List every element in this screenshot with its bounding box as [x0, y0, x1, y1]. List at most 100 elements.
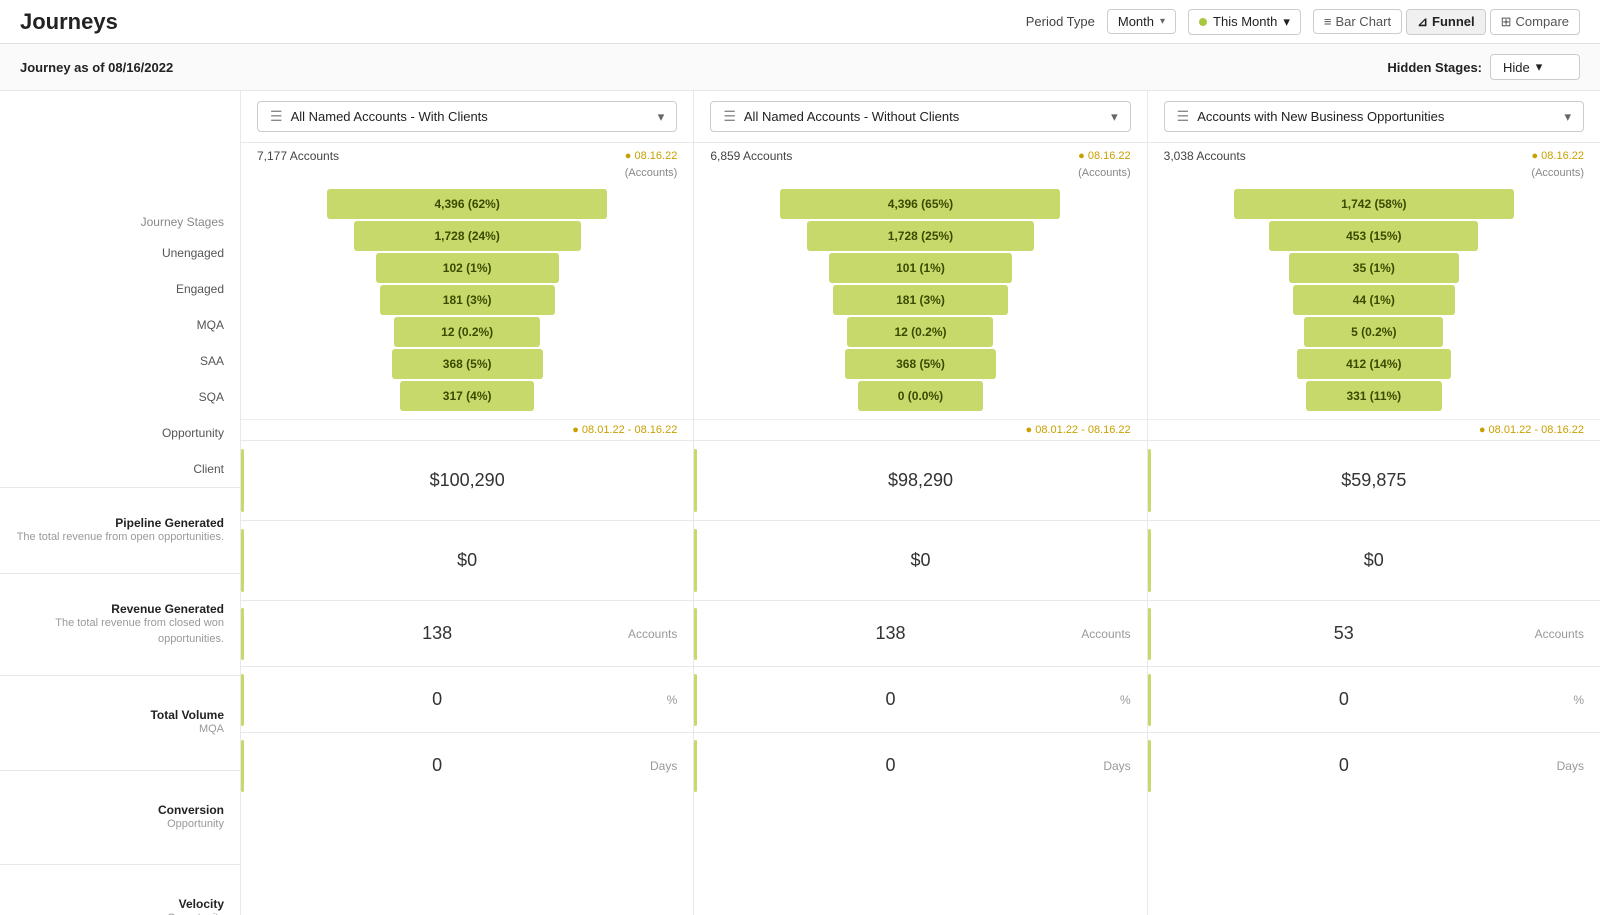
chart-col-3: ☰ Accounts with New Business Opportuniti…: [1147, 91, 1600, 915]
left-labels: Journey Stages Unengaged Engaged MQA SAA…: [0, 91, 240, 915]
chart-header: ☰ All Named Accounts - With Clients ▾: [241, 91, 693, 143]
chevron-down-icon: ▾: [1564, 109, 1571, 125]
stage-label-unengaged: Unengaged: [0, 235, 240, 271]
funnel-bar-5: 412 (14%): [1297, 349, 1451, 379]
account-count: 3,038 Accounts: [1164, 149, 1246, 163]
chart-dropdown[interactable]: ☰ All Named Accounts - With Clients ▾: [257, 101, 677, 132]
revenue-generated-value: $0: [694, 520, 1146, 600]
date-range: ● 08.01.22 - 08.16.22: [241, 419, 693, 440]
funnel-bar-wrap: 453 (15%): [1178, 221, 1570, 251]
pipeline-generated-value: $59,875: [1148, 440, 1600, 520]
account-count: 6,859 Accounts: [710, 149, 792, 163]
funnel-bar-3: 181 (3%): [833, 285, 1008, 315]
funnel-bar-0: 4,396 (65%): [780, 189, 1060, 219]
conversion-label: Conversion Opportunity: [0, 770, 240, 864]
funnel-bar-4: 5 (0.2%): [1304, 317, 1443, 347]
stage-label-sqa: SQA: [0, 379, 240, 415]
chart-col-1: ☰ All Named Accounts - With Clients ▾ 7,…: [240, 91, 693, 915]
chart-header: ☰ Accounts with New Business Opportuniti…: [1148, 91, 1600, 143]
account-count-row: 3,038 Accounts ● 08.16.22: [1148, 143, 1600, 167]
funnel-bar-6: 317 (4%): [400, 381, 534, 411]
accounts-col-label: (Accounts): [241, 167, 693, 179]
funnel-bar-2: 101 (1%): [829, 253, 1012, 283]
chart-header: ☰ All Named Accounts - Without Clients ▾: [694, 91, 1146, 143]
funnel-bar-wrap: 1,728 (25%): [724, 221, 1116, 251]
list-icon: ☰: [1177, 108, 1190, 125]
list-icon: ☰: [270, 108, 283, 125]
chart-dropdown[interactable]: ☰ All Named Accounts - Without Clients ▾: [710, 101, 1130, 132]
date-range: ● 08.01.22 - 08.16.22: [1148, 419, 1600, 440]
chevron-down-icon: ▾: [658, 109, 665, 125]
pipeline-generated-value: $98,290: [694, 440, 1146, 520]
funnel-container: 4,396 (62%) 1,728 (24%) 102 (1%) 181 (3%…: [241, 181, 693, 419]
velocity-value: 0 Days: [694, 732, 1146, 798]
main-content: Journey Stages Unengaged Engaged MQA SAA…: [0, 91, 1600, 915]
funnel-bar-5: 368 (5%): [845, 349, 996, 379]
list-icon: ☰: [723, 108, 736, 125]
accounts-col-label: (Accounts): [694, 167, 1146, 179]
hidden-stages-dropdown[interactable]: Hide ▾: [1490, 54, 1580, 80]
total-volume-value: 53 Accounts: [1148, 600, 1600, 666]
chart-dropdown[interactable]: ☰ Accounts with New Business Opportuniti…: [1164, 101, 1584, 132]
funnel-bar-4: 12 (0.2%): [847, 317, 993, 347]
snapshot-date: ● 08.16.22: [1078, 150, 1131, 162]
funnel-bar-wrap: 5 (0.2%): [1178, 317, 1570, 347]
period-type-label: Period Type: [1026, 14, 1095, 29]
conversion-value: 0 %: [1148, 666, 1600, 732]
period-type-dropdown[interactable]: Month ▾: [1107, 9, 1176, 34]
funnel-bar-wrap: 4,396 (65%): [724, 189, 1116, 219]
charts-area: ☰ All Named Accounts - With Clients ▾ 7,…: [240, 91, 1600, 915]
funnel-bar-3: 181 (3%): [380, 285, 555, 315]
journey-stages-header: Journey Stages: [141, 215, 224, 229]
view-toggle: ≡ Bar Chart ⊿ Funnel ⊞ Compare: [1313, 9, 1580, 35]
funnel-container: 1,742 (58%) 453 (15%) 35 (1%) 44 (1%) 5 …: [1148, 181, 1600, 419]
total-volume-value: 138 Accounts: [241, 600, 693, 666]
funnel-bar-wrap: 12 (0.2%): [271, 317, 663, 347]
journey-date: Journey as of 08/16/2022: [20, 60, 173, 75]
funnel-button[interactable]: ⊿ Funnel: [1406, 9, 1486, 35]
funnel-bar-wrap: 181 (3%): [271, 285, 663, 315]
chevron-down-icon: ▾: [1160, 16, 1165, 27]
stage-label-client: Client: [0, 451, 240, 487]
date-range: ● 08.01.22 - 08.16.22: [694, 419, 1146, 440]
funnel-bar-wrap: 12 (0.2%): [724, 317, 1116, 347]
funnel-bar-wrap: 368 (5%): [271, 349, 663, 379]
funnel-icon: ⊿: [1417, 14, 1428, 30]
stage-labels-list: Unengaged Engaged MQA SAA SQA Opportunit…: [0, 235, 240, 487]
chevron-down-icon: ▾: [1536, 59, 1543, 75]
funnel-bar-wrap: 181 (3%): [724, 285, 1116, 315]
velocity-value: 0 Days: [1148, 732, 1600, 798]
revenue-generated-value: $0: [1148, 520, 1600, 600]
funnel-bar-wrap: 1,728 (24%): [271, 221, 663, 251]
chart-dropdown-label: All Named Accounts - With Clients: [291, 109, 488, 124]
sub-header: Journey as of 08/16/2022 Hidden Stages: …: [0, 44, 1600, 91]
stage-label-engaged: Engaged: [0, 271, 240, 307]
funnel-bar-0: 1,742 (58%): [1234, 189, 1514, 219]
chevron-down-icon: ▾: [1111, 109, 1118, 125]
hidden-stages-control: Hidden Stages: Hide ▾: [1387, 54, 1580, 80]
compare-button[interactable]: ⊞ Compare: [1490, 9, 1580, 35]
hidden-stages-label: Hidden Stages:: [1387, 60, 1482, 75]
chart-col-2: ☰ All Named Accounts - Without Clients ▾…: [693, 91, 1146, 915]
bar-chart-button[interactable]: ≡ Bar Chart: [1313, 9, 1402, 34]
funnel-bar-wrap: 4,396 (62%): [271, 189, 663, 219]
funnel-bar-2: 35 (1%): [1289, 253, 1459, 283]
funnel-bar-wrap: 317 (4%): [271, 381, 663, 411]
conversion-value: 0 %: [241, 666, 693, 732]
pipeline-generated-label: Pipeline Generated The total revenue fro…: [0, 487, 240, 573]
chevron-down-icon: ▾: [1283, 14, 1290, 30]
this-month-dropdown[interactable]: This Month ▾: [1188, 9, 1301, 35]
account-count-row: 6,859 Accounts ● 08.16.22: [694, 143, 1146, 167]
total-volume-label: Total Volume MQA: [0, 675, 240, 769]
funnel-bar-wrap: 35 (1%): [1178, 253, 1570, 283]
velocity-value: 0 Days: [241, 732, 693, 798]
stage-label-opportunity: Opportunity: [0, 415, 240, 451]
funnel-bar-wrap: 412 (14%): [1178, 349, 1570, 379]
account-count: 7,177 Accounts: [257, 149, 339, 163]
funnel-bar-wrap: 368 (5%): [724, 349, 1116, 379]
stage-label-mqa: MQA: [0, 307, 240, 343]
funnel-bar-6: 331 (11%): [1306, 381, 1442, 411]
funnel-bar-2: 102 (1%): [376, 253, 559, 283]
funnel-bar-6: 0 (0.0%): [858, 381, 983, 411]
snapshot-date: ● 08.16.22: [1531, 150, 1584, 162]
